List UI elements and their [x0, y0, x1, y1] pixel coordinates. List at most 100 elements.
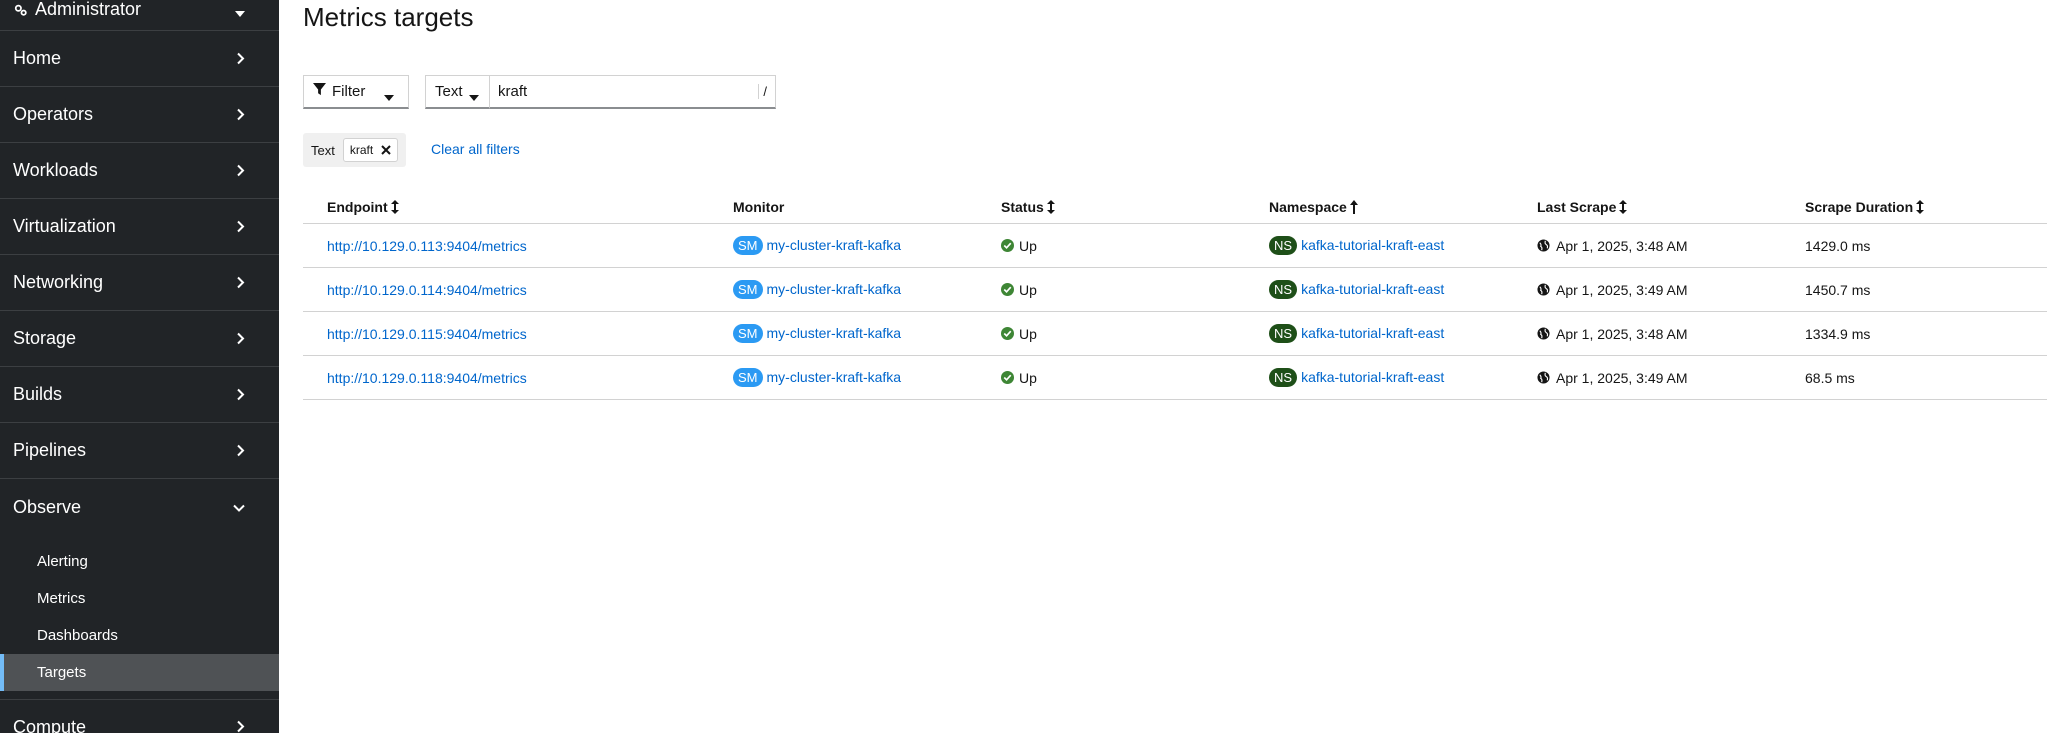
header-monitor: Monitor	[733, 199, 1001, 215]
globe-icon	[1537, 327, 1550, 340]
caret-down-icon	[384, 88, 394, 105]
table-row: http://10.129.0.114:9404/metrics SM my-cl…	[303, 268, 2047, 312]
chevron-right-icon	[237, 328, 245, 349]
keyboard-shortcut-hint: /	[758, 84, 767, 99]
namespace-link[interactable]: kafka-tutorial-kraft-east	[1301, 281, 1444, 297]
nav-section-label: Pipelines	[13, 440, 87, 460]
scrape-duration: 68.5 ms	[1805, 369, 1855, 386]
header-label: Last Scrape	[1537, 198, 1617, 215]
servicemonitor-badge: SM	[733, 280, 763, 299]
chevron-right-icon	[237, 216, 245, 237]
namespace-link[interactable]: kafka-tutorial-kraft-east	[1301, 237, 1444, 253]
monitor-link[interactable]: my-cluster-kraft-kafka	[767, 325, 902, 341]
nav-section-label: Networking	[13, 272, 104, 292]
nav-section-label: Virtualization	[13, 216, 116, 236]
endpoint-link[interactable]: http://10.129.0.114:9404/metrics	[327, 282, 527, 298]
nav-section-label: Builds	[13, 384, 63, 404]
header-scrape-duration[interactable]: Scrape Duration	[1805, 199, 2047, 215]
nav-section-virtualization[interactable]: Virtualization	[0, 199, 279, 255]
header-last-scrape[interactable]: Last Scrape	[1537, 199, 1805, 215]
nav-item-targets[interactable]: Targets	[0, 654, 279, 691]
nav-section-storage[interactable]: Storage	[0, 311, 279, 367]
sort-icon	[1619, 199, 1628, 214]
endpoint-link[interactable]: http://10.129.0.118:9404/metrics	[327, 370, 527, 386]
header-endpoint[interactable]: Endpoint	[303, 199, 733, 215]
nav-section-pipelines[interactable]: Pipelines	[0, 423, 279, 479]
filter-chip-group: Text kraft	[303, 133, 407, 167]
check-circle-icon	[1001, 371, 1014, 384]
sidebar: Administrator Home Operators Workloads V…	[0, 0, 279, 733]
nav-item-alerting[interactable]: Alerting	[0, 543, 279, 580]
filter-dropdown-button[interactable]: Filter	[303, 75, 409, 109]
monitor-link[interactable]: my-cluster-kraft-kafka	[767, 369, 902, 385]
chip-category-label: Text	[311, 142, 335, 158]
check-circle-icon	[1001, 283, 1014, 296]
observe-subnav: Alerting Metrics Dashboards Targets	[0, 535, 279, 695]
namespace-badge: NS	[1269, 368, 1298, 387]
namespace-badge: NS	[1269, 324, 1298, 343]
app-shell: Administrator Home Operators Workloads V…	[0, 0, 2047, 733]
status-text: Up	[1019, 237, 1037, 254]
table-row: http://10.129.0.118:9404/metrics SM my-cl…	[303, 356, 2047, 400]
check-circle-icon	[1001, 239, 1014, 252]
nav-section-home[interactable]: Home	[0, 31, 279, 87]
nav-list: Home Operators Workloads Virtualization …	[0, 31, 279, 733]
nav-section-label: Observe	[13, 496, 82, 517]
sort-icon	[390, 199, 399, 214]
chevron-right-icon	[237, 272, 245, 293]
nav-section-workloads[interactable]: Workloads	[0, 143, 279, 199]
header-label: Scrape Duration	[1805, 198, 1914, 215]
namespace-link[interactable]: kafka-tutorial-kraft-east	[1301, 325, 1444, 341]
status-text: Up	[1019, 325, 1037, 342]
nav-section-label: Operators	[13, 104, 94, 124]
page-title: Metrics targets	[303, 2, 474, 32]
endpoint-link[interactable]: http://10.129.0.115:9404/metrics	[327, 326, 527, 342]
table-header: Endpoint Monitor Status Namespace Last S…	[303, 190, 2047, 224]
last-scrape-time: Apr 1, 2025, 3:49 AM	[1556, 281, 1688, 298]
globe-icon	[1537, 371, 1550, 384]
chevron-right-icon	[237, 48, 245, 69]
namespace-link[interactable]: kafka-tutorial-kraft-east	[1301, 369, 1444, 385]
nav-section-operators[interactable]: Operators	[0, 87, 279, 143]
chevron-right-icon	[237, 440, 245, 461]
table-row: http://10.129.0.115:9404/metrics SM my-cl…	[303, 312, 2047, 356]
filter-icon	[313, 83, 326, 100]
last-scrape-time: Apr 1, 2025, 3:48 AM	[1556, 237, 1688, 254]
filter-toolbar: Filter Text /	[303, 75, 776, 109]
caret-down-icon	[235, 4, 245, 22]
nav-item-metrics[interactable]: Metrics	[0, 580, 279, 617]
header-namespace[interactable]: Namespace	[1269, 199, 1537, 215]
monitor-link[interactable]: my-cluster-kraft-kafka	[767, 281, 902, 297]
header-label: Endpoint	[327, 198, 388, 215]
perspective-switcher[interactable]: Administrator	[0, 0, 279, 31]
table-row: http://10.129.0.113:9404/metrics SM my-cl…	[303, 224, 2047, 268]
chip-value: kraft	[349, 143, 374, 157]
chevron-down-icon	[233, 497, 245, 518]
nav-section-label: Storage	[13, 328, 77, 348]
header-status[interactable]: Status	[1001, 199, 1269, 215]
nav-section-networking[interactable]: Networking	[0, 255, 279, 311]
last-scrape-time: Apr 1, 2025, 3:48 AM	[1556, 325, 1688, 342]
monitor-link[interactable]: my-cluster-kraft-kafka	[767, 237, 902, 253]
search-input[interactable]	[498, 83, 738, 100]
sort-ascending-icon	[1349, 199, 1358, 214]
globe-icon	[1537, 283, 1550, 296]
clear-all-filters-link[interactable]: Clear all filters	[431, 141, 520, 157]
targets-table: Endpoint Monitor Status Namespace Last S…	[303, 190, 2047, 400]
nav-section-builds[interactable]: Builds	[0, 367, 279, 423]
nav-section-label: Workloads	[13, 160, 98, 180]
header-label: Status	[1001, 198, 1044, 215]
close-icon[interactable]	[381, 145, 391, 155]
nav-item-dashboards[interactable]: Dashboards	[0, 617, 279, 654]
header-label: Namespace	[1269, 198, 1347, 215]
nav-section-observe[interactable]: Observe	[0, 479, 279, 535]
filter-label: Filter	[332, 83, 366, 100]
nav-section-compute[interactable]: Compute	[0, 699, 279, 733]
sort-icon	[1046, 199, 1055, 214]
nav-section-label: Home	[13, 48, 62, 68]
filter-type-select[interactable]: Text	[425, 75, 490, 109]
scrape-duration: 1429.0 ms	[1805, 237, 1871, 254]
servicemonitor-badge: SM	[733, 324, 763, 343]
endpoint-link[interactable]: http://10.129.0.113:9404/metrics	[327, 238, 527, 254]
status-text: Up	[1019, 369, 1037, 386]
